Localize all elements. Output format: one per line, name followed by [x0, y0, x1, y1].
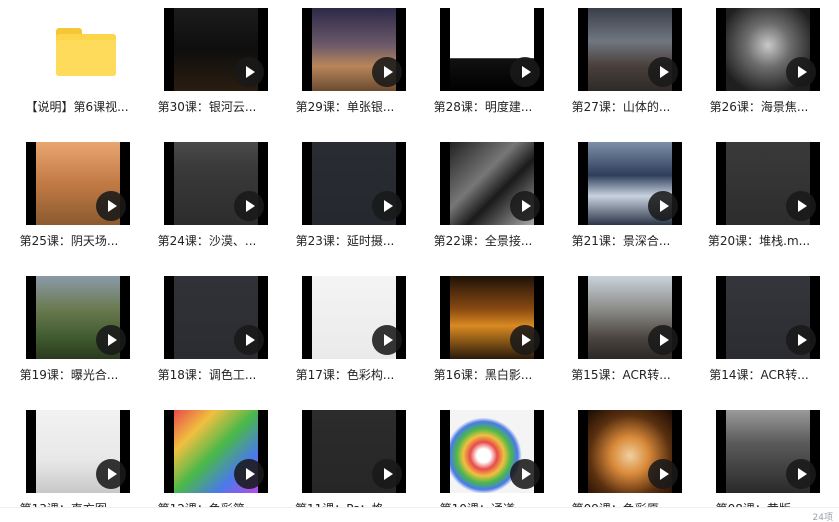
video-thumbnail — [716, 142, 820, 225]
item-label: 第21课：景深合... — [571, 234, 671, 248]
item-count: 24项 — [812, 513, 833, 522]
play-icon — [648, 325, 678, 355]
video-file-item[interactable]: 第22课：全景接... — [414, 134, 552, 259]
video-file-item[interactable]: 第19课：曝光合... — [0, 268, 138, 393]
video-file-item[interactable]: 第23课：延时摄... — [276, 134, 414, 259]
play-icon — [234, 325, 264, 355]
video-file-item[interactable]: 第27课：山体的... — [552, 0, 690, 125]
play-icon — [648, 57, 678, 87]
item-label: 【说明】第6课视... — [25, 100, 129, 114]
play-icon — [96, 325, 126, 355]
item-label: 第23课：延时摄... — [295, 234, 395, 248]
video-thumbnail — [26, 410, 130, 493]
video-file-item[interactable]: 第28课：明度建... — [414, 0, 552, 125]
play-icon — [372, 57, 402, 87]
video-thumbnail — [716, 8, 820, 91]
play-icon — [786, 325, 816, 355]
item-label: 第14课：ACR转... — [709, 368, 809, 382]
video-file-item[interactable]: 第18课：调色工... — [138, 268, 276, 393]
video-thumbnail — [26, 142, 130, 225]
video-file-item[interactable]: 第16课：黑白影... — [414, 268, 552, 393]
play-icon — [510, 57, 540, 87]
item-label: 第17课：色彩构... — [295, 368, 395, 382]
video-thumbnail — [440, 8, 544, 91]
item-label: 第15课：ACR转... — [571, 368, 671, 382]
play-icon — [372, 459, 402, 489]
video-file-item[interactable]: 第15课：ACR转... — [552, 268, 690, 393]
video-file-item[interactable]: 第25课：阴天场... — [0, 134, 138, 259]
video-thumbnail — [578, 142, 682, 225]
play-icon — [234, 459, 264, 489]
video-thumbnail — [164, 8, 268, 91]
play-icon — [372, 325, 402, 355]
video-file-item[interactable]: 第20课：堆栈.m... — [690, 134, 828, 259]
video-thumbnail — [302, 142, 406, 225]
play-icon — [648, 459, 678, 489]
item-label: 第19课：曝光合... — [19, 368, 119, 382]
video-thumbnail — [440, 142, 544, 225]
video-thumbnail — [164, 410, 268, 493]
item-label: 第24课：沙漠、... — [157, 234, 257, 248]
video-thumbnail — [578, 410, 682, 493]
video-thumbnail — [302, 8, 406, 91]
play-icon — [786, 57, 816, 87]
folder-icon — [56, 28, 116, 76]
item-label: 第28课：明度建... — [433, 100, 533, 114]
play-icon — [786, 459, 816, 489]
video-file-item[interactable]: 第09课：色彩原... — [552, 402, 690, 522]
item-label: 第18课：调色工... — [157, 368, 257, 382]
item-label: 第16课：黑白影... — [433, 368, 533, 382]
item-label: 第22课：全景接... — [433, 234, 533, 248]
play-icon — [96, 191, 126, 221]
item-label: 第29课：单张银... — [295, 100, 395, 114]
video-thumbnail — [578, 276, 682, 359]
video-file-item[interactable]: 第11课：Ps：格... — [276, 402, 414, 522]
video-file-item[interactable]: 第17课：色彩构... — [276, 268, 414, 393]
item-label: 第20课：堆栈.m... — [707, 234, 811, 248]
video-thumbnail — [440, 410, 544, 493]
video-file-item[interactable]: 第24课：沙漠、... — [138, 134, 276, 259]
item-label: 第30课：银河云... — [157, 100, 257, 114]
play-icon — [234, 191, 264, 221]
item-label: 第25课：阴天场... — [19, 234, 119, 248]
video-file-item[interactable]: 第12课：色彩简... — [138, 402, 276, 522]
video-file-item[interactable]: 第26课：海景焦... — [690, 0, 828, 125]
play-icon — [510, 459, 540, 489]
play-icon — [234, 57, 264, 87]
play-icon — [372, 191, 402, 221]
play-icon — [510, 325, 540, 355]
play-icon — [96, 459, 126, 489]
video-thumbnail — [164, 276, 268, 359]
video-thumbnail — [440, 276, 544, 359]
video-file-item[interactable]: 第10课：通道... — [414, 402, 552, 522]
play-icon — [510, 191, 540, 221]
video-file-item[interactable]: 第08课：黄版... — [690, 402, 828, 522]
item-label: 第26课：海景焦... — [709, 100, 809, 114]
video-thumbnail — [164, 142, 268, 225]
video-thumbnail — [716, 276, 820, 359]
item-label: 第27课：山体的... — [571, 100, 671, 114]
video-file-item[interactable]: 第13课：直方图... — [0, 402, 138, 522]
video-file-item[interactable]: 第14课：ACR转... — [690, 268, 828, 393]
video-file-item[interactable]: 第29课：单张银... — [276, 0, 414, 125]
status-bar: 24项 — [0, 507, 839, 522]
video-thumbnail — [26, 276, 130, 359]
video-thumbnail — [302, 410, 406, 493]
video-file-item[interactable]: 第30课：银河云... — [138, 0, 276, 125]
play-icon — [786, 191, 816, 221]
play-icon — [648, 191, 678, 221]
file-grid: 【说明】第6课视... 第30课：银河云... 第29课：单张银... 第28课… — [0, 0, 839, 522]
video-thumbnail — [716, 410, 820, 493]
video-thumbnail — [578, 8, 682, 91]
video-thumbnail — [302, 276, 406, 359]
video-file-item[interactable]: 第21课：景深合... — [552, 134, 690, 259]
folder-item[interactable]: 【说明】第6课视... — [8, 0, 146, 125]
